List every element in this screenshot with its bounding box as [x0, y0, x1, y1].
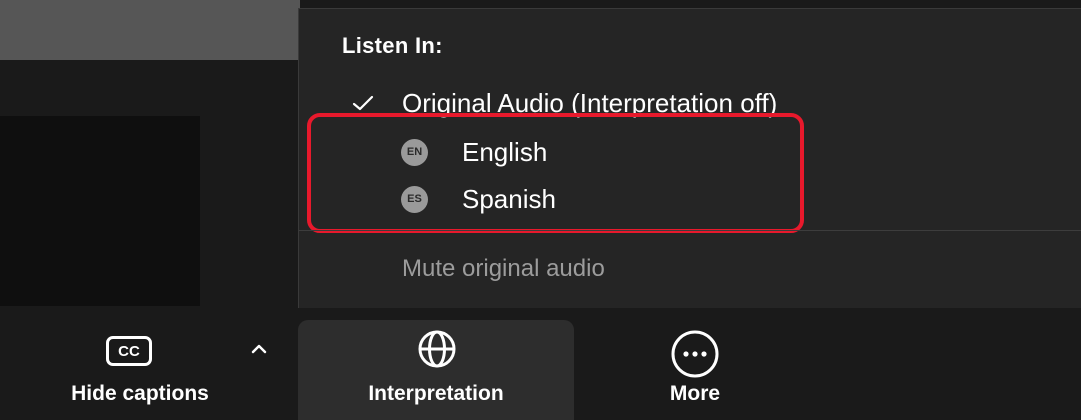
tool-label: Hide captions: [71, 382, 209, 405]
meeting-toolbar: CC Hide captions Interpretation More: [0, 308, 1081, 420]
hide-captions-button[interactable]: CC Hide captions: [40, 308, 240, 420]
menu-item-label: English: [462, 136, 548, 167]
tool-label: Interpretation: [368, 382, 504, 405]
menu-item-label: Mute original audio: [402, 255, 605, 282]
tool-label: More: [669, 382, 721, 405]
interpretation-menu: Listen In: Original Audio (Interpretatio…: [298, 8, 1081, 308]
closed-captions-icon: CC: [106, 336, 152, 366]
language-badge-icon: EN: [401, 138, 428, 166]
menu-item-label: Spanish: [462, 183, 556, 214]
meeting-window: Listen In: Original Audio (Interpretatio…: [0, 0, 1081, 420]
globe-icon: [418, 330, 456, 368]
chevron-up-icon[interactable]: [244, 338, 274, 360]
menu-item-label: Original Audio (Interpretation off): [402, 87, 778, 118]
video-tile: [0, 116, 200, 306]
highlight-box: [307, 113, 804, 233]
menu-divider: [299, 230, 1081, 231]
more-icon: [671, 330, 719, 378]
checkmark-icon: [352, 95, 374, 111]
video-background-strip: [0, 0, 300, 60]
menu-title: Listen In:: [342, 33, 443, 58]
language-badge-icon: ES: [401, 185, 428, 213]
more-button[interactable]: More: [640, 308, 750, 420]
interpretation-button[interactable]: Interpretation: [298, 320, 574, 420]
